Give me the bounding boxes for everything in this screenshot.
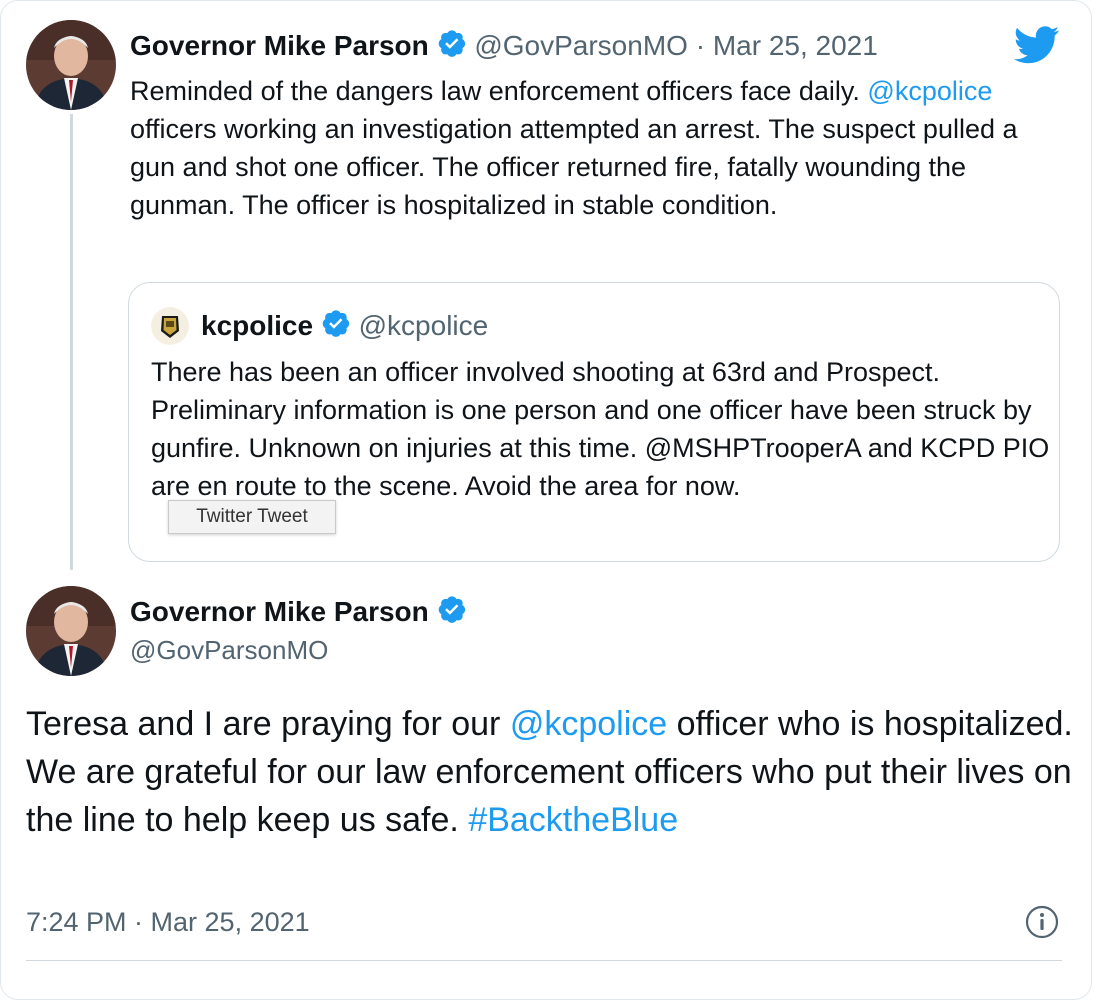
verified-badge-icon: [437, 28, 467, 67]
quoted-display-name[interactable]: kcpolice: [201, 310, 313, 341]
mention-kcpolice-link[interactable]: @kcpolice: [510, 705, 667, 743]
quoted-tweet-header: kcpolice @kcpolice: [201, 307, 488, 348]
tweet1-text-part: officers working an investigation attemp…: [130, 114, 1018, 220]
tweet2-avatar[interactable]: [26, 586, 116, 676]
tweet1-separator: ·: [695, 30, 706, 61]
tweet2-timestamp[interactable]: 7:24 PM · Mar 25, 2021: [26, 902, 310, 942]
mention-kcpolice-link[interactable]: @kcpolice: [867, 76, 992, 106]
tweet2-text-part: Teresa and I are praying for our: [26, 705, 510, 743]
verified-badge-icon: [437, 594, 467, 633]
tooltip: Twitter Tweet: [168, 500, 336, 534]
verified-badge-icon: [321, 308, 351, 348]
thread-connector-line: [70, 114, 73, 570]
twitter-bird-icon[interactable]: [1013, 26, 1060, 69]
kcpolice-avatar[interactable]: [151, 307, 189, 345]
info-icon[interactable]: [1024, 904, 1060, 945]
hashtag-backtheblue-link[interactable]: #BacktheBlue: [468, 801, 678, 839]
tweet1-avatar[interactable]: [26, 20, 116, 110]
tweet1-handle[interactable]: @GovParsonMO: [474, 30, 688, 61]
tweet2-display-name[interactable]: Governor Mike Parson: [130, 596, 429, 627]
tweet2-handle[interactable]: @GovParsonMO: [130, 632, 328, 668]
tweet1-date[interactable]: Mar 25, 2021: [713, 30, 878, 61]
quoted-handle[interactable]: @kcpolice: [359, 310, 489, 341]
tweet1-display-name[interactable]: Governor Mike Parson: [130, 30, 429, 61]
tweet2-text: Teresa and I are praying for our @kcpoli…: [26, 700, 1076, 844]
tweet1-header: Governor Mike Parson @GovParsonMO · Mar …: [130, 28, 878, 67]
tweet1-text: Reminded of the dangers law enforcement …: [130, 72, 1060, 224]
divider: [26, 960, 1062, 961]
tweet2-name-row: Governor Mike Parson: [130, 594, 467, 633]
quoted-tweet-text: There has been an officer involved shoot…: [151, 357, 1050, 501]
tweet1-text-part: Reminded of the dangers law enforcement …: [130, 76, 868, 106]
